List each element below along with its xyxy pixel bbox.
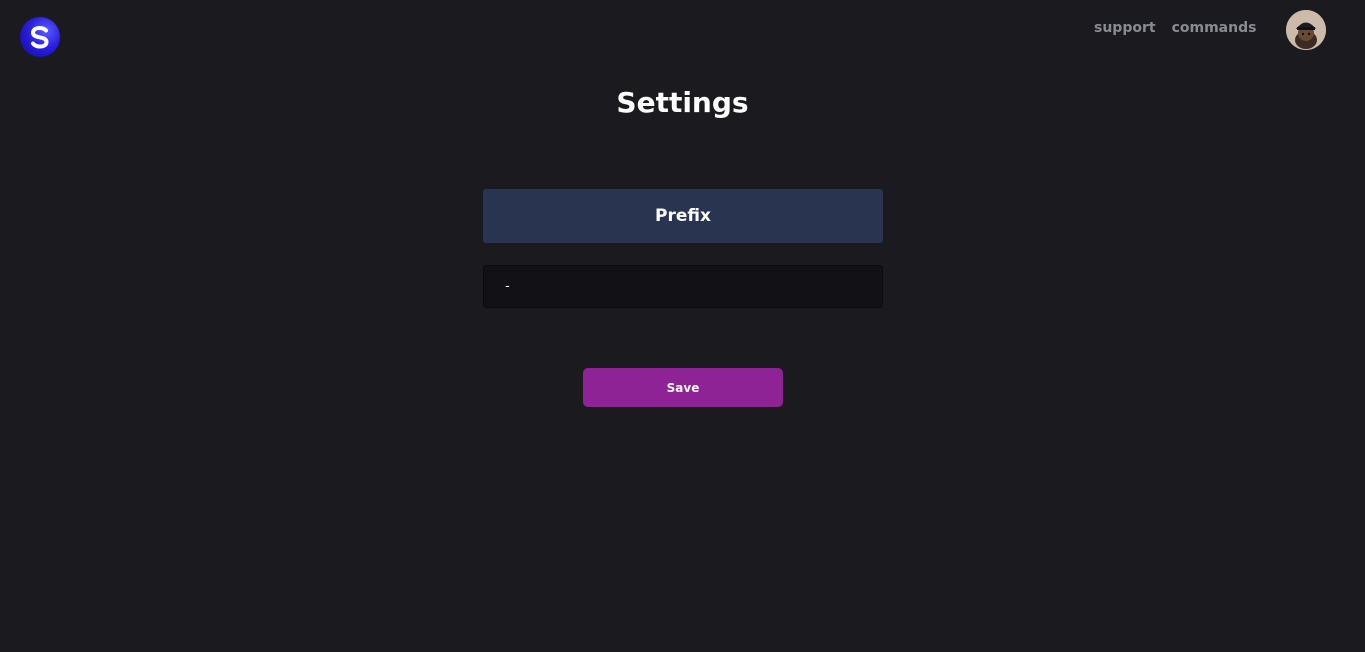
save-button[interactable]: Save xyxy=(583,368,783,407)
s-logo-icon[interactable] xyxy=(20,17,60,57)
nav-link-commands[interactable]: commands xyxy=(1172,19,1257,37)
user-avatar[interactable] xyxy=(1286,10,1326,50)
prefix-input[interactable] xyxy=(483,265,883,308)
prefix-section-header: Prefix xyxy=(483,189,883,243)
top-nav: support commands xyxy=(1094,19,1256,37)
page-title: Settings xyxy=(616,86,749,119)
nav-link-support[interactable]: support xyxy=(1094,19,1156,37)
prefix-label: Prefix xyxy=(655,206,711,226)
settings-page: support commands Settings Prefix Save xyxy=(0,0,1365,652)
